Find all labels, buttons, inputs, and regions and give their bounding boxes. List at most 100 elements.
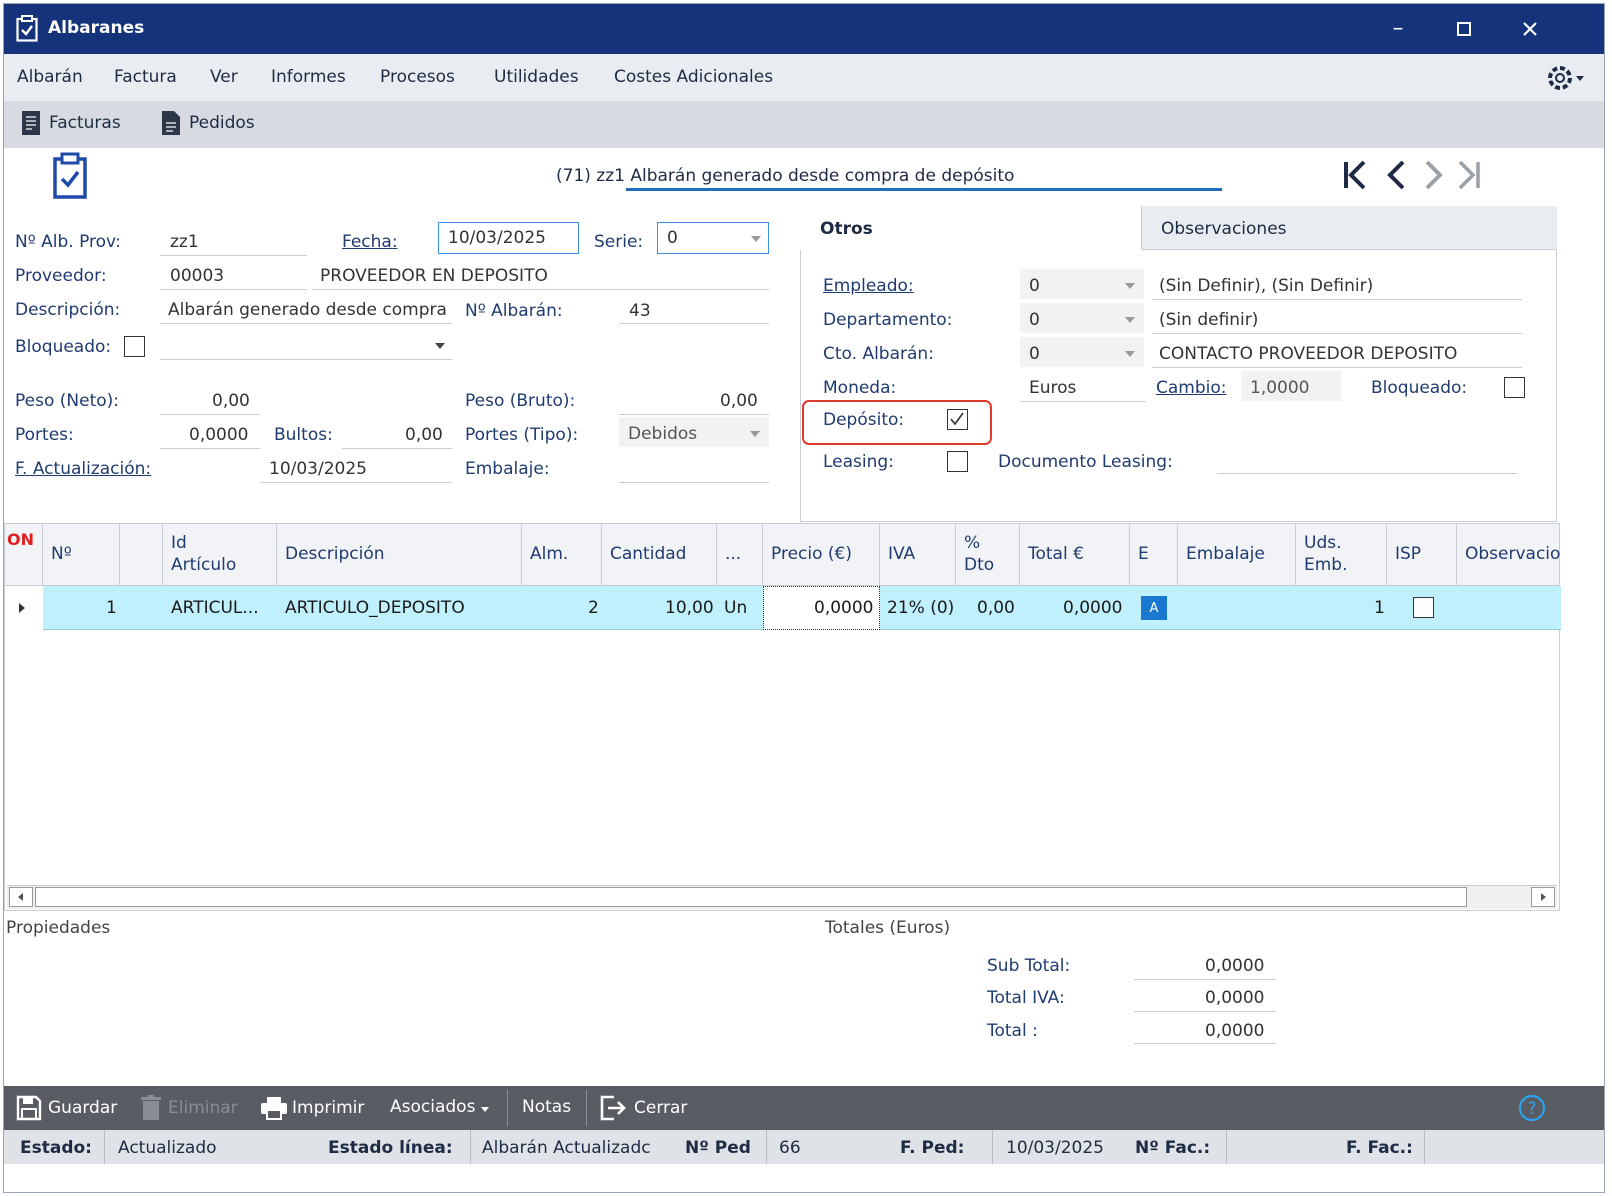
col-precio[interactable]: Precio (€) — [763, 524, 880, 586]
col-uds-emb[interactable]: Uds. Emb. — [1296, 524, 1387, 586]
maximize-button[interactable] — [1432, 4, 1496, 54]
notas-button[interactable]: Notas — [512, 1086, 584, 1130]
col-blank[interactable] — [120, 524, 163, 586]
peso-bruto-field[interactable]: 0,00 — [720, 391, 758, 411]
portes-field[interactable]: 0,0000 — [189, 425, 248, 445]
col-more[interactable]: ... — [717, 524, 763, 586]
chevron-down-icon — [750, 431, 760, 437]
chevron-down-icon — [481, 1107, 489, 1112]
cto-albaran-value: 0 — [1029, 344, 1040, 364]
row-isp-checkbox[interactable] — [1413, 597, 1434, 618]
scroll-left-button[interactable] — [9, 887, 33, 907]
eliminar-button[interactable]: Eliminar — [136, 1086, 244, 1130]
col-iva[interactable]: IVA — [880, 524, 956, 586]
close-icon — [1523, 22, 1537, 36]
scroll-thumb[interactable] — [35, 887, 1467, 907]
menu-albaran[interactable]: Albarán — [17, 67, 83, 87]
portes-tipo-select[interactable]: Debidos — [619, 417, 769, 447]
leasing-label: Leasing: — [823, 452, 894, 472]
f-actualizacion-field[interactable]: 10/03/2025 — [269, 459, 367, 479]
descripcion-field[interactable]: Albarán generado desde compra — [168, 300, 447, 320]
proveedor-code-field[interactable]: 00003 — [170, 266, 224, 286]
estado-label: Estado: — [20, 1138, 92, 1158]
previous-record-icon[interactable] — [1382, 156, 1412, 194]
col-isp[interactable]: ISP — [1387, 524, 1457, 586]
col-alm[interactable]: Alm. — [522, 524, 602, 586]
menu-costes-adicionales[interactable]: Costes Adicionales — [614, 67, 773, 87]
close-window-button[interactable] — [1498, 4, 1562, 54]
order-document-icon — [162, 111, 180, 135]
grid-header: ON Nº Id Artículo Descripción Alm. Cantid… — [5, 524, 1561, 586]
bloqueado-otros-label: Bloqueado: — [1371, 378, 1468, 398]
settings-gear-icon[interactable] — [1546, 64, 1588, 92]
col-embalaje[interactable]: Embalaje — [1178, 524, 1296, 586]
fecha-link[interactable]: Fecha: — [342, 232, 398, 252]
bloqueado-select[interactable] — [160, 330, 452, 360]
maximize-icon — [1457, 22, 1471, 36]
menu-factura[interactable]: Factura — [114, 67, 177, 87]
imprimir-button[interactable]: Imprimir — [256, 1086, 368, 1130]
col-descripcion[interactable]: Descripción — [277, 524, 522, 586]
bloqueado-otros-checkbox[interactable] — [1504, 377, 1525, 398]
printer-icon — [261, 1097, 287, 1120]
leasing-checkbox[interactable] — [947, 451, 968, 472]
row-total: 0,0000 — [1063, 598, 1123, 618]
scroll-right-button[interactable] — [1531, 887, 1555, 907]
fecha-field[interactable]: 10/03/2025 — [438, 222, 579, 254]
f-fac-label: F. Fac.: — [1346, 1138, 1413, 1158]
col-cantidad[interactable]: Cantidad — [602, 524, 717, 586]
menu-utilidades[interactable]: Utilidades — [494, 67, 579, 87]
asociados-dropdown[interactable]: Asociados — [386, 1086, 498, 1130]
col-dto[interactable]: % Dto — [956, 524, 1020, 586]
alb-prov-field[interactable]: zz1 — [170, 232, 199, 252]
col-e[interactable]: E — [1130, 524, 1178, 586]
estado-value: Actualizado — [118, 1138, 217, 1158]
n-albaran-field[interactable]: 43 — [629, 301, 651, 321]
row-precio[interactable]: 0,0000 — [814, 598, 873, 618]
menu-ver[interactable]: Ver — [210, 67, 238, 87]
col-total[interactable]: Total € — [1020, 524, 1130, 586]
last-record-icon[interactable] — [1454, 156, 1484, 194]
tab-otros[interactable]: Otros — [800, 206, 1141, 250]
cambio-field[interactable]: 1,0000 — [1241, 371, 1341, 401]
tab-observaciones[interactable]: Observaciones — [1141, 206, 1557, 250]
arrow-left-icon — [18, 893, 23, 901]
peso-neto-field[interactable]: 0,00 — [212, 391, 250, 411]
horizontal-scrollbar[interactable] — [7, 885, 1557, 909]
bloqueado-checkbox[interactable] — [124, 336, 145, 357]
help-icon[interactable]: ? — [1518, 1094, 1546, 1122]
row-e-badge[interactable]: A — [1141, 596, 1167, 620]
col-n[interactable]: Nº — [43, 524, 120, 586]
col-observaciones[interactable]: Observacio — [1457, 524, 1561, 586]
guardar-button[interactable]: Guardar — [12, 1086, 120, 1130]
facturas-button[interactable]: Facturas — [19, 109, 129, 139]
bultos-field[interactable]: 0,00 — [405, 425, 443, 445]
serie-select[interactable]: 0 — [657, 222, 769, 254]
first-record-icon[interactable] — [1340, 156, 1370, 194]
pedidos-button[interactable]: Pedidos — [159, 109, 269, 139]
menu-informes[interactable]: Informes — [271, 67, 346, 87]
next-record-icon[interactable] — [1418, 156, 1448, 194]
departamento-description: (Sin definir) — [1159, 310, 1259, 330]
col-id-articulo[interactable]: Id Artículo — [163, 524, 277, 586]
subtotal-value: 0,0000 — [1205, 956, 1265, 976]
serie-value: 0 — [667, 228, 678, 248]
subtotal-label: Sub Total: — [987, 956, 1071, 976]
exit-icon — [600, 1095, 626, 1121]
lines-grid: ON Nº Id Artículo Descripción Alm. Cantid… — [4, 523, 1561, 911]
empleado-link[interactable]: Empleado: — [823, 276, 914, 296]
portes-label: Portes: — [15, 425, 74, 445]
menu-bar: Albarán Factura Ver Informes Procesos Ut… — [4, 54, 1604, 101]
cambio-link[interactable]: Cambio: — [1156, 378, 1227, 398]
departamento-select[interactable]: 0 — [1020, 303, 1144, 333]
cto-albaran-select[interactable]: 0 — [1020, 337, 1144, 367]
cerrar-button[interactable]: Cerrar — [596, 1086, 696, 1130]
minimize-button[interactable]: – — [1366, 4, 1430, 54]
f-actualizacion-link[interactable]: F. Actualización: — [15, 459, 151, 479]
menu-procesos[interactable]: Procesos — [380, 67, 455, 87]
moneda-field[interactable]: Euros — [1029, 378, 1076, 398]
toolbar: Facturas Pedidos — [4, 101, 1604, 148]
cambio-value: 1,0000 — [1250, 378, 1310, 398]
descripcion-label: Descripción: — [15, 300, 121, 320]
empleado-select[interactable]: 0 — [1020, 269, 1144, 299]
